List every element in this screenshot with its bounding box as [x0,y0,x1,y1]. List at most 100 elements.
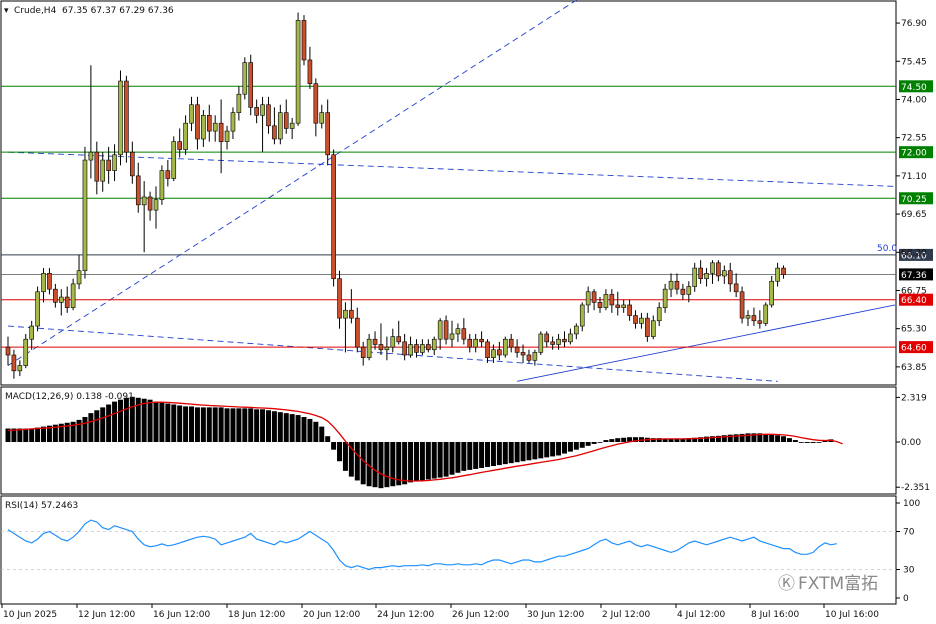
macd-bar [212,407,218,442]
bear-candle-body [372,338,378,345]
candle [189,96,194,132]
candle [514,339,520,358]
time-tick-label: 20 Jun 12:00 [303,610,360,620]
chart-canvas[interactable]: 74.5072.0070.2568.1066.4064.6050.067.367… [0,0,936,624]
candle [177,128,182,158]
trendline-0 [7,0,578,366]
candle [171,136,177,182]
macd-bar [567,442,573,452]
candle [722,265,727,284]
symbol-label: Crude,H4 [14,6,57,16]
bear-candle-body [627,304,632,316]
bull-candle-body [58,296,64,303]
bull-candle-body [686,286,692,295]
candle [686,281,692,303]
candle [698,260,703,284]
bear-candle-body [378,344,384,351]
bull-candle-body [230,112,236,132]
macd-bar [467,442,473,470]
macd-bar [76,419,82,442]
bear-candle-body [248,62,254,108]
bear-candle-body [716,262,721,277]
macd-bar [496,442,502,466]
candle [5,336,11,366]
macd-bar [348,442,354,477]
level-label-74.50: 74.50 [901,83,927,93]
candle [479,331,484,348]
trendline-3 [517,304,896,382]
candle [751,307,757,327]
candle [360,341,366,366]
macd-bar [461,442,467,471]
bear-candle-body [337,278,342,319]
level-label-72.00: 72.00 [901,149,927,159]
candle [674,273,680,295]
macd-bar [218,407,224,442]
bear-candle-body [283,112,289,129]
candle [461,318,467,345]
candle [544,331,550,348]
candle [295,12,301,126]
candle [431,336,437,356]
candle [29,320,34,350]
bull-candle-body [289,122,295,129]
bull-candle-body [278,112,283,140]
time-tick-label: 10 Jul 16:00 [825,610,879,620]
macd-bar [609,439,615,442]
price-tick-label-71.10: 71.10 [901,172,927,182]
bear-candle-body [165,170,171,179]
candle [526,349,532,363]
bear-candle-body [396,336,402,343]
bear-candle-body [266,104,271,127]
candle [538,331,544,356]
bear-candle-body [177,141,182,150]
macd-bar [331,442,337,450]
bull-candle-body [502,338,508,356]
candle [331,149,336,287]
bull-candle-body [366,338,372,358]
macd-bar [384,442,390,488]
bull-candle-body [343,309,348,319]
macd-bar [307,418,313,442]
bull-candle-body [408,344,413,356]
price-tick-label-72.55: 72.55 [901,134,927,144]
bear-candle-body [11,354,17,372]
candle [562,331,567,348]
bear-candle-body [550,341,555,345]
macd-bar [23,428,29,442]
macd-bar [206,407,212,442]
macd-bar [798,442,804,443]
macd-bar [579,442,585,448]
candle [135,162,141,213]
candle [23,333,29,369]
bear-candle-body [106,159,111,171]
macd-bar [526,442,532,461]
bear-candle-body [124,80,129,153]
macd-bar [810,442,816,443]
candle [408,336,413,358]
bear-candle-body [674,280,680,290]
macd-bar [402,442,408,485]
candle [254,99,259,124]
candle [621,299,626,313]
macd-bar [443,442,449,477]
candle [402,333,407,361]
candle [64,286,70,313]
bull-candle-body [710,262,715,274]
bear-candle-body [254,107,259,116]
candle [420,339,425,356]
symbol-dropdown-icon[interactable]: ▾ [4,6,9,16]
bull-candle-body [112,154,117,171]
macd-bar [360,442,366,485]
bull-candle-body [538,333,544,353]
bull-candle-body [159,170,165,200]
bear-candle-body [402,341,407,356]
bull-candle-body [319,112,325,124]
candle [76,254,82,290]
level-label-66.40: 66.40 [901,296,927,306]
candle [11,349,17,379]
candle [242,57,248,100]
macd-bar [100,407,106,442]
macd-bar [455,442,461,473]
macd-bar [792,440,798,442]
